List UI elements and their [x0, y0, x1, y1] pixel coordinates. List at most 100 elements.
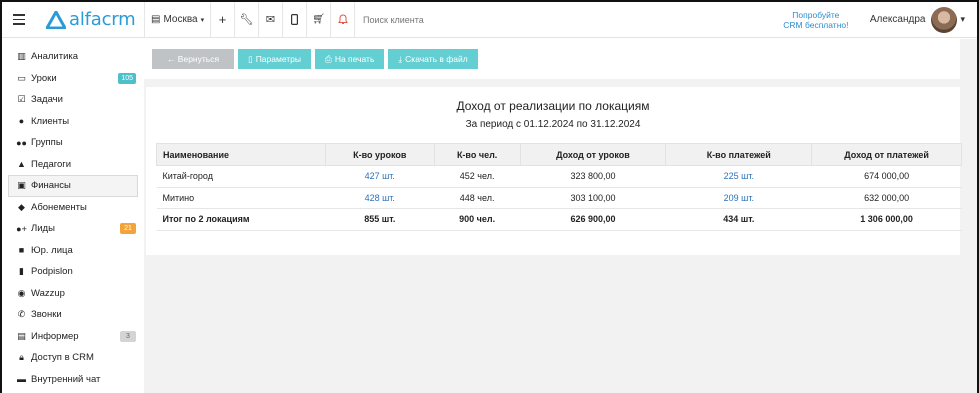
sidebar-item-legal-entities[interactable]: ■ Юр. лица: [2, 240, 144, 262]
sidebar-item-label: Информер: [31, 330, 79, 342]
app-window: alfacrm ▤ Москва ▾ + 🔧︎ ✉︎ 🛒︎ Поиск клие…: [0, 0, 979, 393]
promo-line-2: CRM бесплатно!: [783, 19, 849, 30]
mobile-button[interactable]: [282, 1, 306, 38]
sidebar-item-informer[interactable]: ▤ Информер 3: [2, 326, 144, 348]
file-icon: ▮: [19, 266, 24, 277]
report-card: Доход от реализации по локациям За перио…: [146, 87, 962, 255]
logo[interactable]: alfacrm: [46, 9, 144, 30]
sidebar-item-label: Задачи: [31, 94, 63, 106]
column-header: Доход от уроков: [519, 143, 667, 166]
user-icon: ●: [18, 116, 25, 127]
avatar[interactable]: [931, 6, 958, 33]
column-header: К-во уроков: [324, 143, 435, 166]
caret-down-icon: ▾: [200, 16, 205, 24]
user-plus-icon: ●+: [16, 223, 27, 234]
table-cell: 900 чел.: [434, 208, 521, 231]
lessons-count-link[interactable]: 427 шт.: [325, 165, 435, 188]
menu-icon[interactable]: [6, 2, 32, 38]
lessons-count-link[interactable]: 428 шт.: [325, 187, 435, 209]
sidebar-item-label: Финансы: [31, 180, 71, 192]
sidebar-item-internal-chat[interactable]: ▬ Внутренний чат: [2, 369, 144, 391]
table-cell: 626 900,00: [520, 208, 666, 231]
graduation-cap-icon: ▲: [17, 159, 26, 170]
search-input[interactable]: Поиск клиента: [354, 1, 776, 38]
table-cell: Итог по 2 локациям: [156, 208, 326, 231]
sidebar-item-analytics[interactable]: ▥ Аналитика: [2, 46, 144, 68]
mail-button[interactable]: ✉︎: [258, 1, 282, 38]
table-cell: 674 000,00: [811, 165, 962, 188]
table-row: Митино 428 шт. 448 чел. 303 100,00 209 ш…: [156, 187, 962, 209]
sidebar-item-subscriptions[interactable]: ◆ Абонементы: [2, 197, 144, 219]
table-cell: Китай-город: [156, 165, 326, 188]
sidebar-item-label: Лиды: [31, 223, 55, 235]
notifications-button[interactable]: [330, 1, 354, 38]
whatsapp-icon: ◉: [17, 287, 26, 298]
sidebar-item-clients[interactable]: ● Клиенты: [2, 111, 144, 133]
sidebar-item-label: Юр. лица: [31, 244, 73, 256]
sidebar-item-crm-access[interactable]: 🔒︎ Доступ в CRM: [2, 347, 144, 369]
sidebar-item-calls[interactable]: ✆ Звонки: [2, 304, 144, 326]
phone-icon: ✆: [17, 309, 26, 320]
table-row: Китай-город 427 шт. 452 чел. 323 800,00 …: [156, 165, 962, 188]
table-cell: 452 чел.: [434, 165, 521, 188]
lock-icon: 🔒︎: [19, 352, 24, 363]
column-header: Доход от платежей: [811, 143, 962, 166]
download-icon: ⤓: [398, 53, 403, 64]
payments-count-link[interactable]: 225 шт.: [665, 165, 812, 188]
sidebar-item-tasks[interactable]: ☑︎ Задачи: [2, 89, 144, 111]
table-cell: 434 шт.: [665, 208, 812, 231]
branch-label: Москва: [163, 14, 198, 25]
file-text-icon: ▯: [248, 53, 253, 64]
add-button[interactable]: +: [210, 1, 234, 38]
payments-count-link[interactable]: 209 шт.: [665, 187, 812, 209]
column-header: К-во чел.: [433, 143, 521, 166]
table-total-row: Итог по 2 локациям 855 шт. 900 чел. 626 …: [156, 208, 962, 231]
sidebar-item-label: Podpislon: [31, 266, 73, 278]
sidebar-item-label: Абонементы: [31, 201, 87, 213]
cart-icon: 🛒︎: [312, 14, 325, 25]
sidebar-item-label: Звонки: [31, 309, 62, 321]
download-button[interactable]: ⤓ Скачать в файл: [388, 49, 478, 69]
chat-icon: ▬: [17, 374, 26, 385]
report-period: За период с 01.12.2024 по 31.12.2024: [465, 119, 641, 130]
report-title: Доход от реализации по локациям: [456, 99, 650, 113]
tag-icon: ◆: [18, 201, 25, 212]
column-header: К-во платежей: [665, 143, 813, 166]
trial-promo-link[interactable]: Попробуйте CRM бесплатно!: [776, 10, 856, 30]
briefcase-icon: ■: [18, 245, 25, 256]
wrench-icon: 🔧︎: [239, 14, 254, 26]
download-label: Скачать в файл: [405, 54, 468, 64]
sidebar-item-finance[interactable]: ▣ Финансы: [8, 175, 138, 197]
sidebar-item-groups[interactable]: ●● Группы: [2, 132, 144, 154]
table-cell: Митино: [156, 187, 326, 209]
sidebar-item-leads[interactable]: ●+ Лиды 21: [2, 218, 144, 240]
parameters-label: Параметры: [255, 54, 301, 64]
settings-button[interactable]: 🔧︎: [234, 1, 258, 38]
sidebar-item-label: Группы: [31, 137, 63, 149]
sidebar-item-wazzup[interactable]: ◉ Wazzup: [2, 283, 144, 305]
table-header-row: Наименование К-во уроков К-во чел. Доход…: [156, 143, 962, 166]
envelope-icon: ✉︎: [265, 14, 276, 26]
plus-icon: +: [218, 12, 227, 27]
search-placeholder: Поиск клиента: [363, 14, 424, 25]
sidebar-item-podpislon[interactable]: ▮ Podpislon: [2, 261, 144, 283]
report-toolbar: ← Вернуться ▯ Параметры ⎙ На печать ⤓ Ск…: [144, 39, 960, 79]
print-button[interactable]: ⎙ На печать: [315, 49, 385, 69]
promo-line-1: Попробуйте: [792, 9, 840, 20]
sidebar-item-lessons[interactable]: ▭ Уроки 105: [2, 68, 144, 90]
table-cell: 1 306 000,00: [811, 208, 962, 231]
cart-button[interactable]: 🛒︎: [306, 1, 330, 38]
user-menu-caret-icon[interactable]: ▾: [960, 14, 965, 25]
sidebar: ▥ Аналитика ▭ Уроки 105 ☑︎ Задачи ● Клиенты ●…: [2, 39, 144, 393]
table-cell: 323 800,00: [520, 165, 666, 188]
table-cell: 632 000,00: [811, 187, 962, 209]
table-cell: 855 шт.: [325, 208, 435, 231]
table-cell: 303 100,00: [520, 187, 666, 209]
sidebar-item-teachers[interactable]: ▲ Педагоги: [2, 154, 144, 176]
mobile-icon: [291, 14, 298, 25]
back-button[interactable]: ← Вернуться: [152, 49, 234, 69]
user-name[interactable]: Александра: [870, 14, 926, 25]
parameters-button[interactable]: ▯ Параметры: [238, 49, 311, 69]
branch-selector[interactable]: ▤ Москва ▾: [144, 1, 210, 38]
building-icon: ▤: [151, 14, 161, 25]
